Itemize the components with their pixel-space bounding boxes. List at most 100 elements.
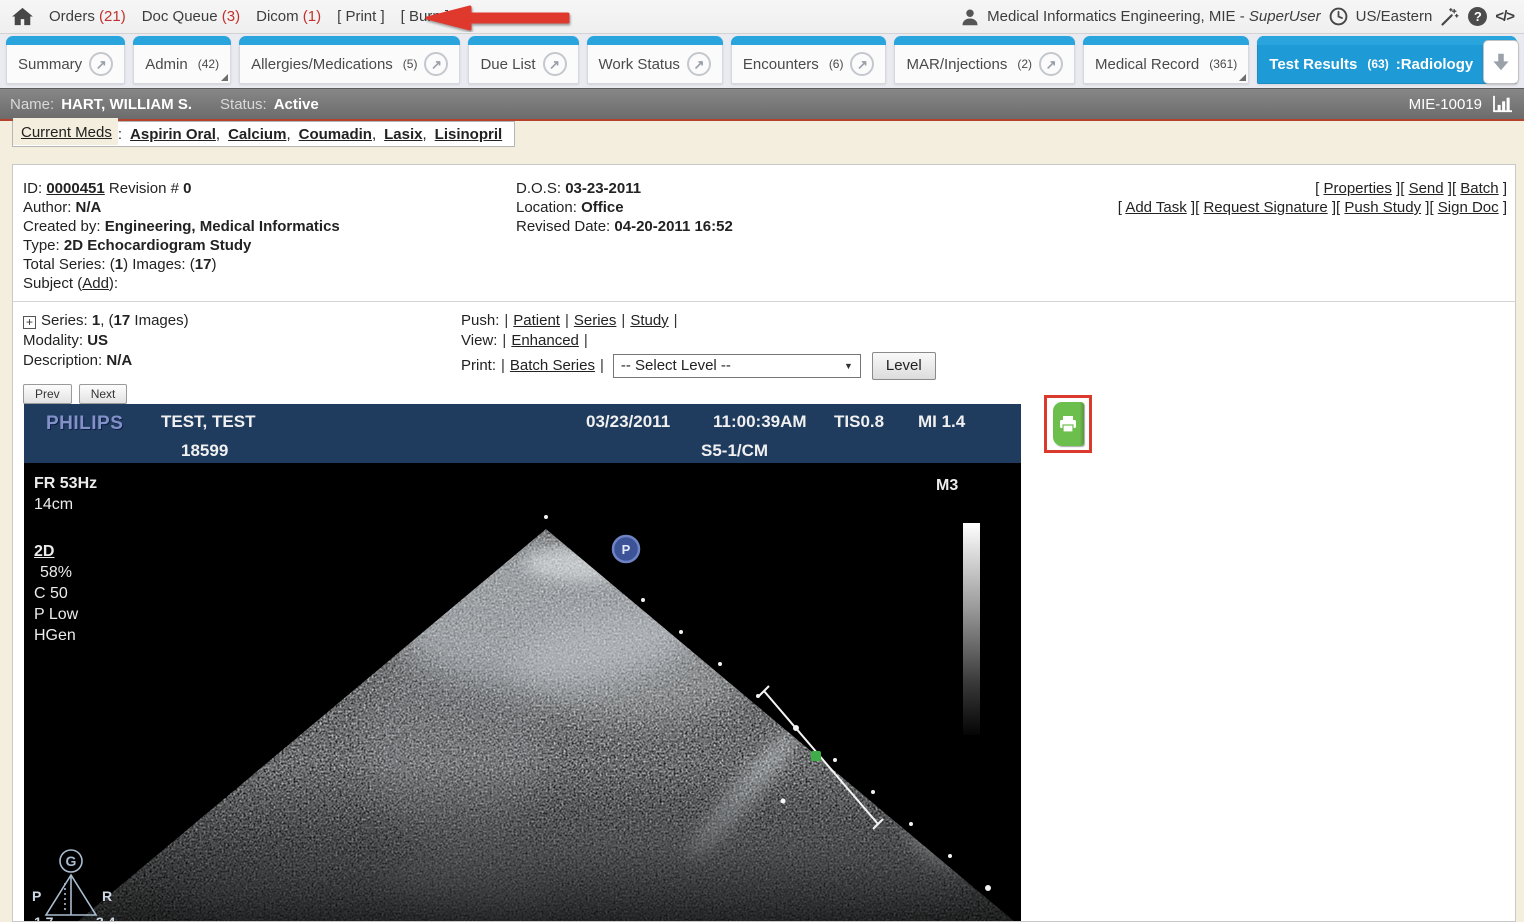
patient-name: HART, WILLIAM S.	[61, 96, 192, 113]
ultrasound-fan: P G P R 1.7 3.4	[24, 463, 1021, 922]
tab-medical-record[interactable]: Medical Record(361)	[1083, 36, 1249, 84]
view-enhanced-link[interactable]: Enhanced	[511, 332, 579, 349]
prev-button[interactable]: Prev	[23, 384, 72, 404]
tab-due-list[interactable]: Due List ↗	[468, 36, 578, 84]
revised-label: Revised Date:	[516, 218, 610, 235]
tab-mar-injections[interactable]: MAR/Injections(2) ↗	[894, 36, 1075, 84]
modality-value: US	[87, 332, 108, 349]
med-link[interactable]: Aspirin Oral	[130, 126, 220, 143]
med-link[interactable]: Lasix	[384, 126, 427, 143]
popup-icon[interactable]: ↗	[1039, 52, 1063, 76]
doc-queue-link[interactable]: Doc Queue (3)	[142, 8, 240, 25]
print-link[interactable]: [ Print ]	[337, 8, 385, 25]
print-image-button[interactable]	[1053, 402, 1084, 446]
view-label: View:	[461, 332, 497, 349]
tab-count: (5)	[403, 57, 418, 71]
push-series-link[interactable]: Series	[574, 312, 617, 329]
tab-allergies-medications[interactable]: Allergies/Medications (5) ↗	[239, 36, 460, 84]
tab-label: Allergies/Medications	[251, 56, 393, 73]
batch-series-link[interactable]: Batch Series	[510, 357, 595, 374]
series-sep: , (	[100, 312, 113, 329]
us-persist: P Low	[34, 606, 78, 624]
series-number: 1	[92, 312, 100, 329]
bar-chart-icon[interactable]	[1492, 95, 1514, 113]
expand-series-icon[interactable]: +	[23, 316, 36, 329]
us-accession: 18599	[181, 441, 228, 461]
document-id-link[interactable]: 0000451	[46, 180, 104, 197]
level-button[interactable]: Level	[872, 352, 936, 380]
orientation-r-label: R	[102, 888, 112, 904]
level-select[interactable]: -- Select Level --▼	[613, 354, 861, 378]
revised-value: 04-20-2011 16:52	[614, 218, 732, 235]
tab-work-status[interactable]: Work Status ↗	[587, 36, 723, 84]
series-pager: Prev Next	[23, 385, 134, 402]
tab-count: (361)	[1209, 57, 1237, 71]
popup-icon[interactable]: ↗	[687, 52, 711, 76]
user-name: Medical Informatics Engineering, MIE - S…	[987, 8, 1320, 25]
home-icon[interactable]	[12, 7, 33, 26]
dicom-image-viewport[interactable]: PHILIPS TEST, TEST 18599 03/23/2011 11:0…	[24, 404, 1021, 922]
popup-icon[interactable]: ↗	[89, 52, 113, 76]
tab-encounters[interactable]: Encounters(6) ↗	[731, 36, 887, 84]
tab-admin[interactable]: Admin(42)	[133, 36, 231, 84]
help-icon[interactable]: ?	[1468, 7, 1487, 26]
chart-tabbar: Summary ↗ Admin(42) Allergies/Medication…	[0, 34, 1524, 88]
document-panel: ID: 0000451 Revision # 0 Author: N/A Cre…	[12, 164, 1516, 922]
patient-status: Active	[274, 96, 319, 113]
popup-icon[interactable]: ↗	[850, 52, 874, 76]
push-label: Push:	[461, 312, 499, 329]
patient-bar: Name: HART, WILLIAM S. Status: Active MI…	[0, 88, 1524, 119]
send-link[interactable]: Send	[1409, 180, 1444, 197]
popup-icon[interactable]: ↗	[543, 52, 567, 76]
dos-label: D.O.S:	[516, 180, 561, 197]
series-image-count: 17	[114, 312, 131, 329]
magic-wand-icon[interactable]	[1440, 7, 1460, 27]
print-label: Print:	[461, 357, 496, 374]
dicom-link[interactable]: Dicom (1)	[256, 8, 321, 25]
tab-label: Work Status	[599, 56, 680, 73]
us-patient-name: TEST, TEST	[161, 412, 255, 432]
push-study-series-link[interactable]: Study	[630, 312, 668, 329]
tab-summary[interactable]: Summary ↗	[6, 36, 125, 84]
document-actions: Properties Send Batch Add Task Request Sign…	[1118, 179, 1507, 217]
vendor-logo: PHILIPS	[46, 413, 123, 435]
tab-count: (6)	[829, 57, 844, 71]
code-icon[interactable]: </>	[1495, 8, 1514, 25]
author-label: Author:	[23, 199, 71, 216]
print-annotation-box	[1044, 395, 1092, 453]
type-label: Type:	[23, 237, 60, 254]
med-link[interactable]: Coumadin	[299, 126, 377, 143]
next-button[interactable]: Next	[79, 384, 128, 404]
clock-icon[interactable]	[1329, 7, 1348, 26]
push-study-link[interactable]: Push Study	[1344, 199, 1421, 216]
tab-test-results-radiology[interactable]: Test Results(63):Radiology(13)	[1257, 36, 1516, 84]
us-harmonics: HGen	[34, 627, 76, 645]
tab-label: MAR/Injections	[906, 56, 1007, 73]
topbar-right: Medical Informatics Engineering, MIE - S…	[961, 7, 1514, 27]
tab-overflow-download-button[interactable]	[1483, 40, 1519, 84]
subject-add-link[interactable]: Add	[82, 275, 109, 292]
tab-label: Due List	[480, 56, 535, 73]
add-task-link[interactable]: Add Task	[1125, 199, 1186, 216]
push-patient-link[interactable]: Patient	[513, 312, 560, 329]
us-image-area: P G P R 1.7 3.4	[24, 463, 1021, 922]
request-signature-link[interactable]: Request Signature	[1203, 199, 1327, 216]
orientation-p-label: P	[32, 888, 41, 904]
batch-link[interactable]: Batch	[1460, 180, 1498, 197]
popup-icon[interactable]: ↗	[424, 52, 448, 76]
down-arrow-icon	[1490, 50, 1512, 74]
document-visit-info: D.O.S: 03-23-2011 Location: Office Revis…	[516, 179, 733, 236]
current-meds-link[interactable]: Current Meds	[13, 118, 118, 145]
properties-link[interactable]: Properties	[1324, 180, 1392, 197]
caliper-point[interactable]	[811, 751, 821, 761]
revision-value: 0	[183, 180, 191, 197]
physio-marker: P	[613, 536, 639, 562]
orders-link[interactable]: Orders (21)	[49, 8, 126, 25]
burn-link[interactable]: [ Burn ]	[401, 8, 449, 25]
author-value: N/A	[76, 199, 102, 216]
section-divider	[13, 301, 1515, 302]
location-label: Location:	[516, 199, 577, 216]
med-link[interactable]: Calcium	[228, 126, 291, 143]
sign-doc-link[interactable]: Sign Doc	[1438, 199, 1499, 216]
med-link[interactable]: Lisinopril	[435, 126, 503, 143]
